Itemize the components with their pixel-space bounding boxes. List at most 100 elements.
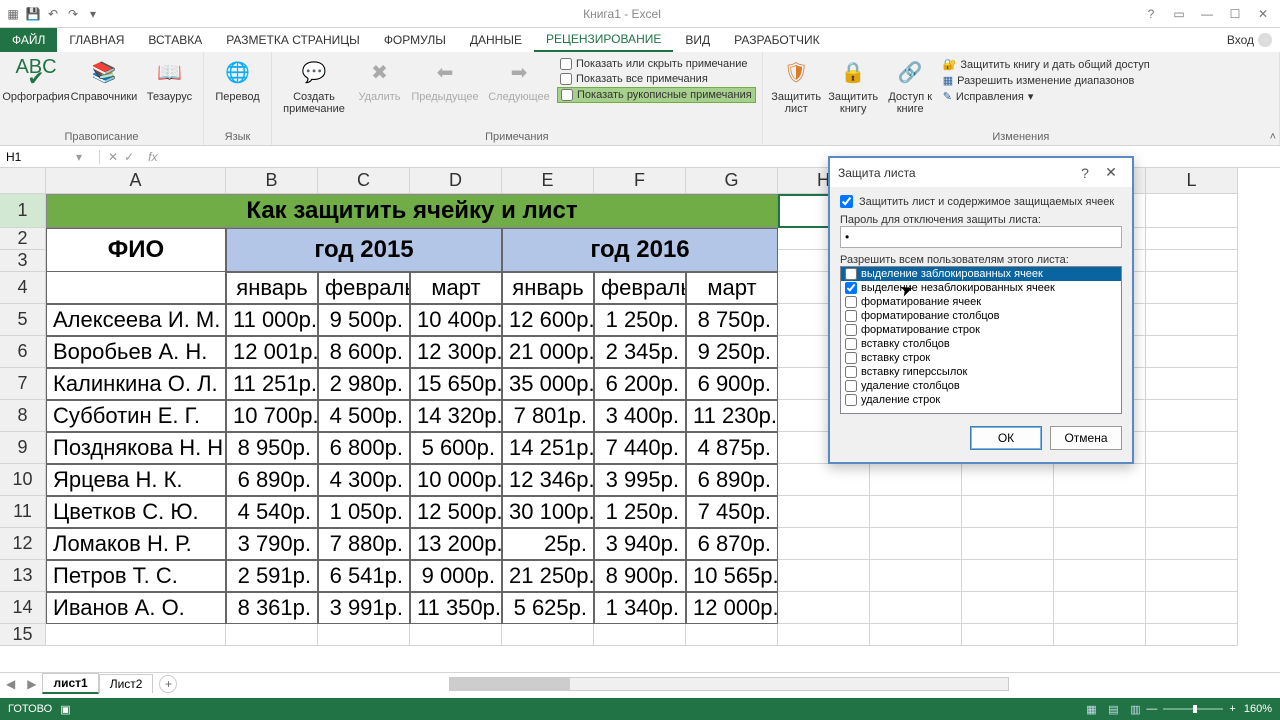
page-break-view-icon[interactable]: ▥ <box>1124 703 1146 716</box>
cell[interactable] <box>1054 496 1146 528</box>
row-header[interactable]: 1 <box>0 194 46 228</box>
tab-review[interactable]: РЕЦЕНЗИРОВАНИЕ <box>534 28 673 52</box>
dialog-help-icon[interactable]: ? <box>1072 165 1098 181</box>
cell[interactable]: 3 995р. <box>594 464 686 496</box>
cell[interactable]: 6 870р. <box>686 528 778 560</box>
cell[interactable] <box>778 624 870 646</box>
row-header[interactable]: 8 <box>0 400 46 432</box>
sign-in[interactable]: Вход <box>1219 28 1280 52</box>
permission-item[interactable]: вставку гиперссылок <box>841 365 1121 379</box>
qat-dropdown-icon[interactable]: ▾ <box>84 5 102 23</box>
cell[interactable] <box>226 624 318 646</box>
cell[interactable] <box>594 624 686 646</box>
row-header[interactable]: 9 <box>0 432 46 464</box>
cell[interactable]: 1 250р. <box>594 304 686 336</box>
row-header[interactable]: 12 <box>0 528 46 560</box>
row-header[interactable]: 4 <box>0 272 46 304</box>
spelling-button[interactable]: ABC✔Орфография <box>6 55 66 105</box>
column-header[interactable]: L <box>1146 168 1238 194</box>
cell[interactable]: 8 950р. <box>226 432 318 464</box>
cell[interactable]: Позднякова Н. Н. <box>46 432 226 464</box>
row-header[interactable]: 14 <box>0 592 46 624</box>
cell[interactable]: 8 600р. <box>318 336 410 368</box>
cell[interactable]: 7 801р. <box>502 400 594 432</box>
protect-contents-checkbox[interactable] <box>840 195 853 208</box>
cell[interactable]: 10 400р. <box>410 304 502 336</box>
permission-checkbox[interactable] <box>845 380 857 392</box>
zoom-out-icon[interactable]: — <box>1146 703 1157 715</box>
page-layout-view-icon[interactable]: ▤ <box>1102 703 1124 716</box>
permission-item[interactable]: форматирование ячеек <box>841 295 1121 309</box>
column-header[interactable]: C <box>318 168 410 194</box>
column-header[interactable]: E <box>502 168 594 194</box>
cell[interactable]: 1 340р. <box>594 592 686 624</box>
cell[interactable] <box>1146 250 1238 272</box>
cell[interactable] <box>686 624 778 646</box>
close-icon[interactable]: ✕ <box>1250 7 1276 21</box>
cell[interactable]: 5 600р. <box>410 432 502 464</box>
name-box-input[interactable] <box>6 150 76 164</box>
cell[interactable] <box>962 560 1054 592</box>
cell[interactable] <box>778 464 870 496</box>
sheet-tab[interactable]: лист1 <box>42 673 98 694</box>
cell[interactable] <box>778 560 870 592</box>
password-input[interactable] <box>840 226 1122 248</box>
cancel-button[interactable]: Отмена <box>1050 426 1122 450</box>
row-header[interactable]: 5 <box>0 304 46 336</box>
cell[interactable] <box>778 496 870 528</box>
row-header[interactable]: 2 <box>0 228 46 250</box>
tab-home[interactable]: ГЛАВНАЯ <box>57 28 136 52</box>
cell[interactable] <box>1146 560 1238 592</box>
cell[interactable]: Цветков С. Ю. <box>46 496 226 528</box>
cell[interactable]: Ломаков Н. Р. <box>46 528 226 560</box>
cell[interactable] <box>870 560 962 592</box>
zoom-slider[interactable] <box>1163 708 1223 710</box>
row-header[interactable]: 15 <box>0 624 46 646</box>
horizontal-scrollbar[interactable] <box>449 677 1009 691</box>
cell[interactable] <box>1054 528 1146 560</box>
permission-item[interactable]: выделение заблокированных ячеек <box>841 267 1121 281</box>
cell[interactable]: 25р. <box>502 528 594 560</box>
permission-checkbox[interactable] <box>845 310 857 322</box>
cancel-formula-icon[interactable]: ✕ <box>108 150 118 164</box>
collapse-ribbon-icon[interactable]: ˄ <box>1270 131 1276 143</box>
cell[interactable]: ФИО <box>46 228 226 272</box>
cell[interactable] <box>778 592 870 624</box>
cell[interactable] <box>962 528 1054 560</box>
cell[interactable]: 12 346р. <box>502 464 594 496</box>
cell[interactable]: 11 251р. <box>226 368 318 400</box>
sheet-nav-next-icon[interactable]: ▶ <box>21 677 42 691</box>
cell[interactable]: Ярцева Н. К. <box>46 464 226 496</box>
tab-page-layout[interactable]: РАЗМЕТКА СТРАНИЦЫ <box>214 28 372 52</box>
cell[interactable]: 11 350р. <box>410 592 502 624</box>
cell[interactable]: Как защитить ячейку и лист <box>46 194 778 228</box>
sheet-tab[interactable]: Лист2 <box>99 674 154 693</box>
cell[interactable]: март <box>410 272 502 304</box>
permission-item[interactable]: выделение незаблокированных ячеек <box>841 281 1121 295</box>
cell[interactable]: 10 700р. <box>226 400 318 432</box>
cell[interactable] <box>962 624 1054 646</box>
row-header[interactable]: 11 <box>0 496 46 528</box>
cell[interactable]: 13 200р. <box>410 528 502 560</box>
cell[interactable] <box>1054 624 1146 646</box>
cell[interactable]: 2 980р. <box>318 368 410 400</box>
cell[interactable] <box>410 624 502 646</box>
cell[interactable]: 15 650р. <box>410 368 502 400</box>
cell[interactable]: Субботин Е. Г. <box>46 400 226 432</box>
cell[interactable]: 12 001р. <box>226 336 318 368</box>
cell[interactable] <box>870 528 962 560</box>
zoom-level[interactable]: 160% <box>1244 703 1272 715</box>
cell[interactable]: 6 541р. <box>318 560 410 592</box>
cell[interactable]: 5 625р. <box>502 592 594 624</box>
cell[interactable] <box>1146 496 1238 528</box>
track-changes[interactable]: ✎Исправления ▾ <box>940 89 1153 104</box>
redo-icon[interactable]: ↷ <box>64 5 82 23</box>
tab-file[interactable]: ФАЙЛ <box>0 28 57 52</box>
select-all[interactable] <box>0 168 46 194</box>
permission-item[interactable]: вставку столбцов <box>841 337 1121 351</box>
cell[interactable] <box>1146 336 1238 368</box>
cell[interactable]: 6 200р. <box>594 368 686 400</box>
row-header[interactable]: 13 <box>0 560 46 592</box>
sheet-nav-prev-icon[interactable]: ◀ <box>0 677 21 691</box>
cell[interactable] <box>1146 228 1238 250</box>
